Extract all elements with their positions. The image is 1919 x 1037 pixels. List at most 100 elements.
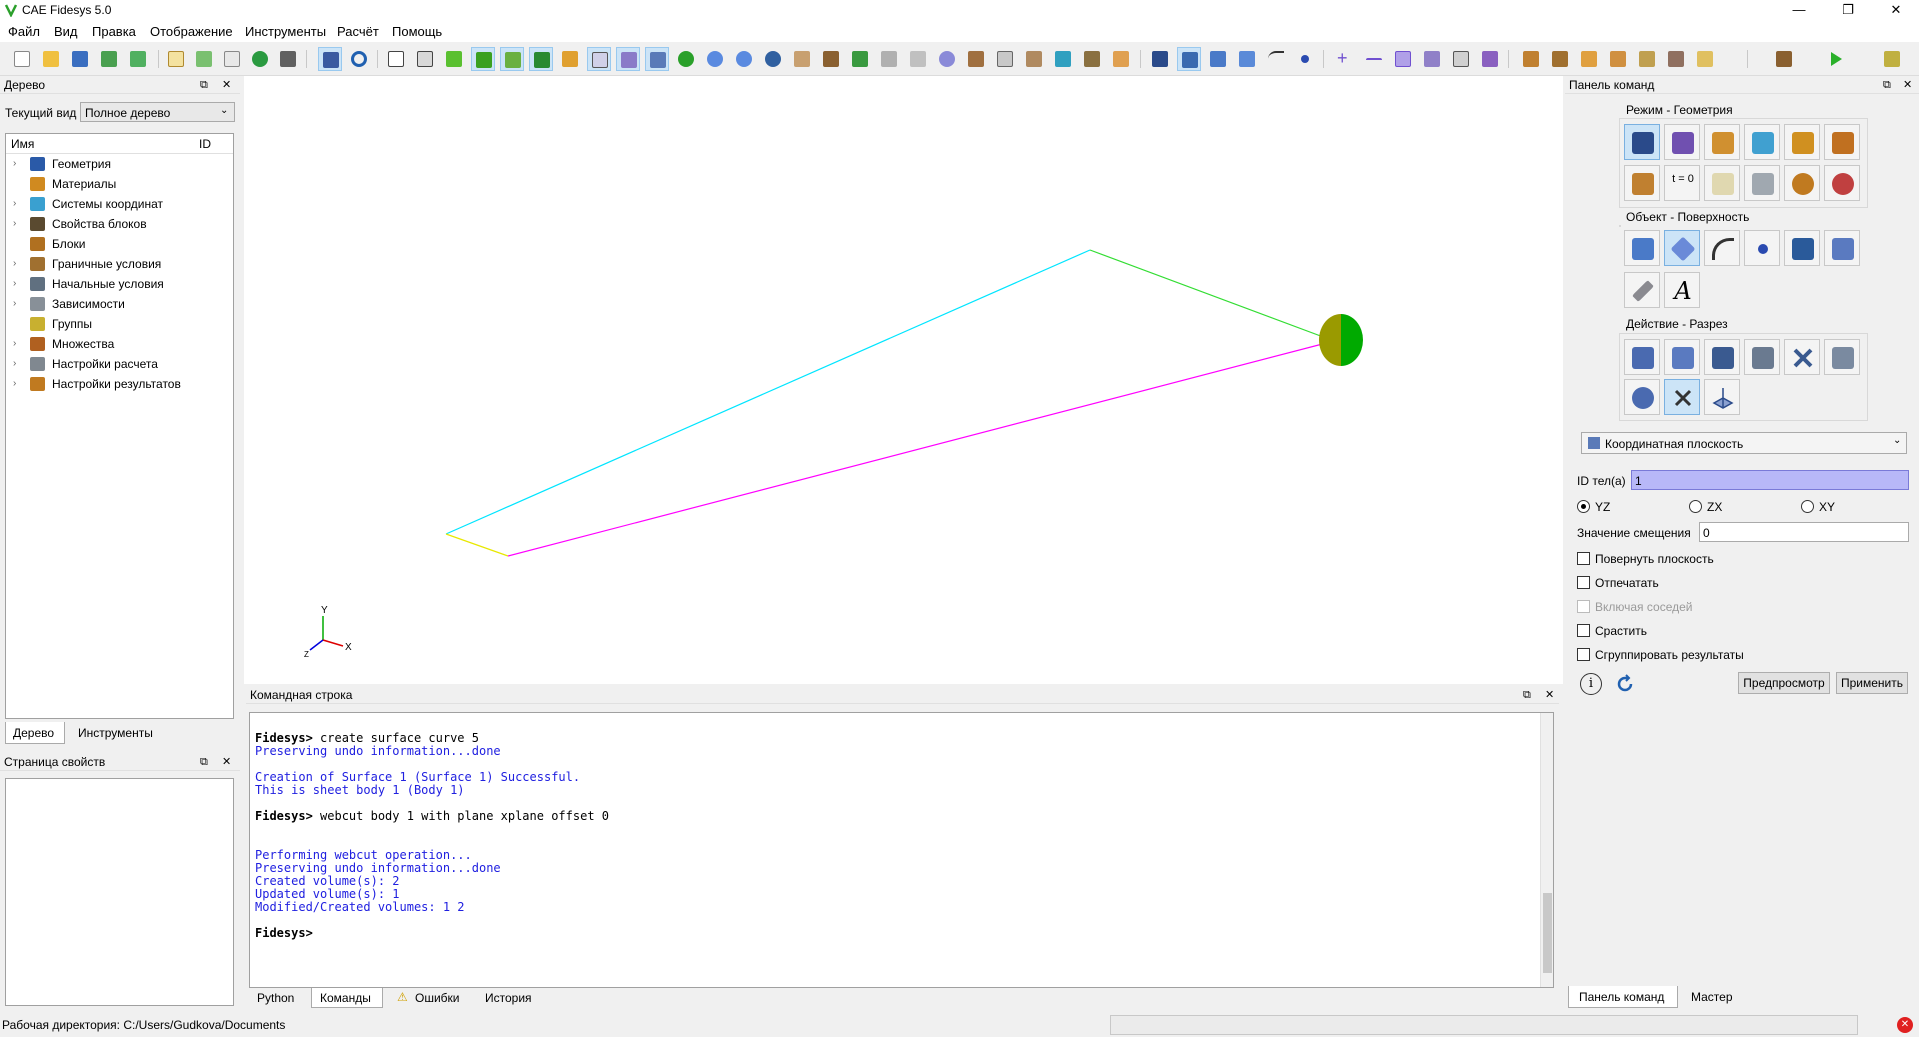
journal-icon[interactable]	[220, 47, 244, 71]
tab-commands[interactable]: Команды	[311, 988, 383, 1008]
curve-object-button[interactable]	[1704, 230, 1740, 266]
expand-arrow-icon[interactable]: ›	[13, 194, 16, 214]
menu-display[interactable]: Отображение	[150, 24, 233, 39]
tree-item[interactable]: › Множества	[6, 334, 233, 354]
delete-action-button[interactable]	[1784, 339, 1820, 375]
force-icon[interactable]	[1577, 47, 1601, 71]
scrollbar-thumb[interactable]	[1543, 893, 1552, 973]
mesh-display-icon[interactable]	[529, 47, 553, 71]
view-front-icon[interactable]	[819, 47, 843, 71]
geometry-mode-button[interactable]	[1624, 124, 1660, 160]
play-script-icon[interactable]	[192, 47, 216, 71]
scrollbar[interactable]	[1540, 713, 1553, 987]
view-back-icon[interactable]	[877, 47, 901, 71]
close-icon[interactable]: ✕	[1903, 76, 1912, 94]
menu-solve[interactable]: Расчёт	[337, 24, 379, 39]
mesh-mode-button[interactable]	[1664, 124, 1700, 160]
results-view-button[interactable]	[1824, 165, 1860, 201]
box-clip-icon[interactable]	[993, 47, 1017, 71]
expand-arrow-icon[interactable]: ›	[13, 154, 16, 174]
refresh-icon[interactable]	[674, 47, 698, 71]
expand-arrow-icon[interactable]: ›	[13, 354, 16, 374]
close-icon[interactable]: ✕	[222, 76, 231, 94]
volume-select-icon[interactable]	[1177, 47, 1201, 71]
close-icon[interactable]: ✕	[1545, 686, 1554, 704]
temperature-icon[interactable]	[1635, 47, 1659, 71]
transform-action-button[interactable]	[1704, 339, 1740, 375]
command-output[interactable]: Fidesys> create surface curve 5 Preservin…	[249, 712, 1554, 988]
expand-arrow-icon[interactable]: ›	[13, 374, 16, 394]
create-action-button[interactable]	[1624, 339, 1660, 375]
new-file-icon[interactable]	[10, 47, 34, 71]
save-as-icon[interactable]	[97, 47, 121, 71]
fit-icon[interactable]	[761, 47, 785, 71]
column-name[interactable]: Имя	[11, 137, 34, 151]
tree-item[interactable]: › Системы координат	[6, 194, 233, 214]
checkbox-imprint[interactable]	[1577, 576, 1590, 589]
tree-item[interactable]: › Зависимости	[6, 294, 233, 314]
cube-view-icon[interactable]	[616, 47, 640, 71]
save-icon[interactable]	[68, 47, 92, 71]
group-object-button[interactable]	[1784, 230, 1820, 266]
grid-icon[interactable]	[587, 47, 611, 71]
menu-file[interactable]: Файл	[8, 24, 40, 39]
zoom-out-icon[interactable]	[732, 47, 756, 71]
error-indicator-icon[interactable]: ✕	[1897, 1017, 1913, 1033]
undo-icon[interactable]	[347, 47, 371, 71]
vertex-object-button[interactable]	[1744, 230, 1780, 266]
expand-arrow-icon[interactable]: ›	[13, 294, 16, 314]
menu-help[interactable]: Помощь	[392, 24, 442, 39]
wireframe-icon[interactable]	[384, 47, 408, 71]
view-iso-icon[interactable]	[848, 47, 872, 71]
restore-button[interactable]: ❐	[1825, 0, 1871, 20]
view-left-icon[interactable]	[906, 47, 930, 71]
boolean-action-button[interactable]	[1624, 379, 1660, 415]
float-icon[interactable]: ⧉	[200, 753, 208, 771]
checkbox-rotate-plane[interactable]	[1577, 552, 1590, 565]
fixed-bc-icon[interactable]	[1519, 47, 1543, 71]
run-icon[interactable]	[1824, 47, 1848, 71]
tab-tree[interactable]: Дерево	[5, 722, 65, 744]
results-display-icon[interactable]	[558, 47, 582, 71]
expand-arrow-icon[interactable]: ›	[13, 214, 16, 234]
info-icon[interactable]: i	[1580, 673, 1602, 695]
tab-tools[interactable]: Инструменты	[78, 726, 153, 740]
copy-action-button[interactable]	[1744, 339, 1780, 375]
transparent-icon[interactable]	[500, 47, 524, 71]
hex-element-icon[interactable]	[1478, 47, 1502, 71]
volume-object-button[interactable]	[1624, 230, 1660, 266]
text-object-button[interactable]: A	[1664, 272, 1700, 308]
node-icon[interactable]: +	[1333, 47, 1357, 71]
vertex-select-icon[interactable]	[1293, 47, 1317, 71]
zoom-in-icon[interactable]	[703, 47, 727, 71]
tab-errors[interactable]: Ошибки	[415, 991, 460, 1005]
view-select[interactable]: Полное дерево ⌄	[80, 102, 235, 122]
pressure-icon[interactable]	[1606, 47, 1630, 71]
tab-wizard[interactable]: Мастер	[1691, 990, 1733, 1004]
dependency-button[interactable]	[1704, 165, 1740, 201]
curve-select-icon[interactable]	[1264, 47, 1288, 71]
element-icon[interactable]	[1420, 47, 1444, 71]
results-icon[interactable]	[1880, 47, 1904, 71]
export-icon[interactable]	[126, 47, 150, 71]
face-icon[interactable]	[1391, 47, 1415, 71]
surface-object-button[interactable]	[1664, 230, 1700, 266]
tab-history[interactable]: История	[485, 991, 532, 1005]
tree-item[interactable]: › Настройки результатов	[6, 374, 233, 394]
ruler-icon[interactable]	[1109, 47, 1133, 71]
material-mode-button[interactable]	[1704, 124, 1740, 160]
tab-python[interactable]: Python	[257, 991, 294, 1005]
expand-arrow-icon[interactable]: ›	[13, 274, 16, 294]
select-pointer-icon[interactable]	[318, 47, 342, 71]
dimension-icon[interactable]	[1080, 47, 1104, 71]
tree-item[interactable]: › Начальные условия	[6, 274, 233, 294]
expand-arrow-icon[interactable]: ›	[13, 334, 16, 354]
tree-item[interactable]: Материалы	[6, 174, 233, 194]
tab-command-panel[interactable]: Панель команд	[1568, 986, 1678, 1008]
expand-arrow-icon[interactable]: ›	[13, 254, 16, 274]
radio-zx[interactable]	[1689, 500, 1702, 513]
perspective-icon[interactable]	[790, 47, 814, 71]
menu-view[interactable]: Вид	[54, 24, 78, 39]
hammer-icon[interactable]	[276, 47, 300, 71]
webcut-action-button[interactable]	[1664, 379, 1700, 415]
